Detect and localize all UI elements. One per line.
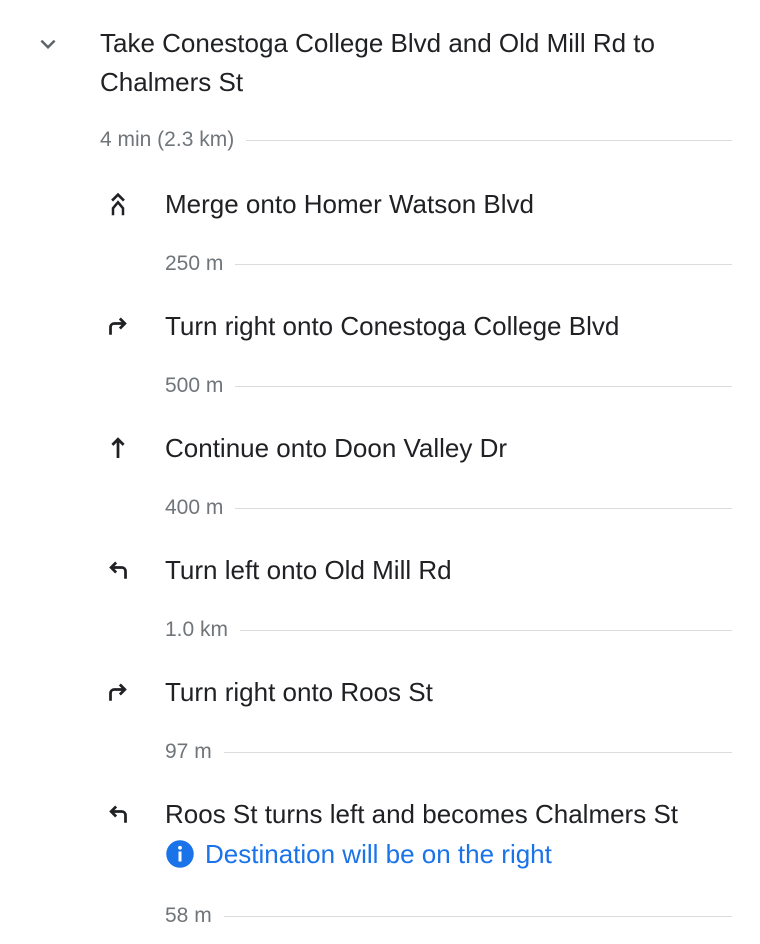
divider xyxy=(235,263,732,265)
destination-note[interactable]: Destination will be on the right xyxy=(165,836,552,872)
step-distance: 500 m xyxy=(165,374,224,397)
step-distance-row: 58 m xyxy=(165,904,732,928)
turn-left-icon xyxy=(100,796,136,832)
divider xyxy=(240,629,732,631)
step-instruction: Roos St turns left and becomes Chalmers … xyxy=(165,799,679,829)
step-distance: 250 m xyxy=(165,252,224,275)
chevron-down-icon[interactable] xyxy=(30,26,66,62)
straight-icon xyxy=(100,430,136,466)
divider xyxy=(235,507,732,509)
step-distance-row: 400 m xyxy=(165,496,732,520)
merge-icon xyxy=(100,186,136,222)
destination-note-text[interactable]: Destination will be on the right xyxy=(205,836,552,872)
step-instruction: Turn left onto Old Mill Rd xyxy=(165,555,452,585)
step-instruction: Merge onto Homer Watson Blvd xyxy=(165,189,534,219)
divider xyxy=(223,751,732,753)
step-distance: 97 m xyxy=(165,740,212,763)
step-instruction: Turn right onto Roos St xyxy=(165,677,433,707)
step-distance: 400 m xyxy=(165,496,224,519)
section-summary: 4 min (2.3 km) xyxy=(100,128,732,152)
turn-right-icon xyxy=(100,674,136,710)
divider xyxy=(235,385,732,387)
info-icon xyxy=(166,840,194,868)
step-distance: 1.0 km xyxy=(165,618,229,641)
divider xyxy=(246,139,732,141)
divider xyxy=(223,915,732,917)
section-title[interactable]: Take Conestoga College Blvd and Old Mill… xyxy=(100,24,720,102)
step-distance-row: 500 m xyxy=(165,374,732,398)
step-distance: 58 m xyxy=(165,904,212,927)
turn-right-icon xyxy=(100,308,136,344)
step-distance-row: 1.0 km xyxy=(165,618,732,642)
section-duration: 4 min (2.3 km) xyxy=(100,128,235,151)
step-distance-row: 250 m xyxy=(165,252,732,276)
turn-left-icon xyxy=(100,552,136,588)
step-instruction: Turn right onto Conestoga College Blvd xyxy=(165,311,620,341)
step-distance-row: 97 m xyxy=(165,740,732,764)
step-instruction: Continue onto Doon Valley Dr xyxy=(165,433,508,463)
directions-section: Take Conestoga College Blvd and Old Mill… xyxy=(0,0,760,944)
